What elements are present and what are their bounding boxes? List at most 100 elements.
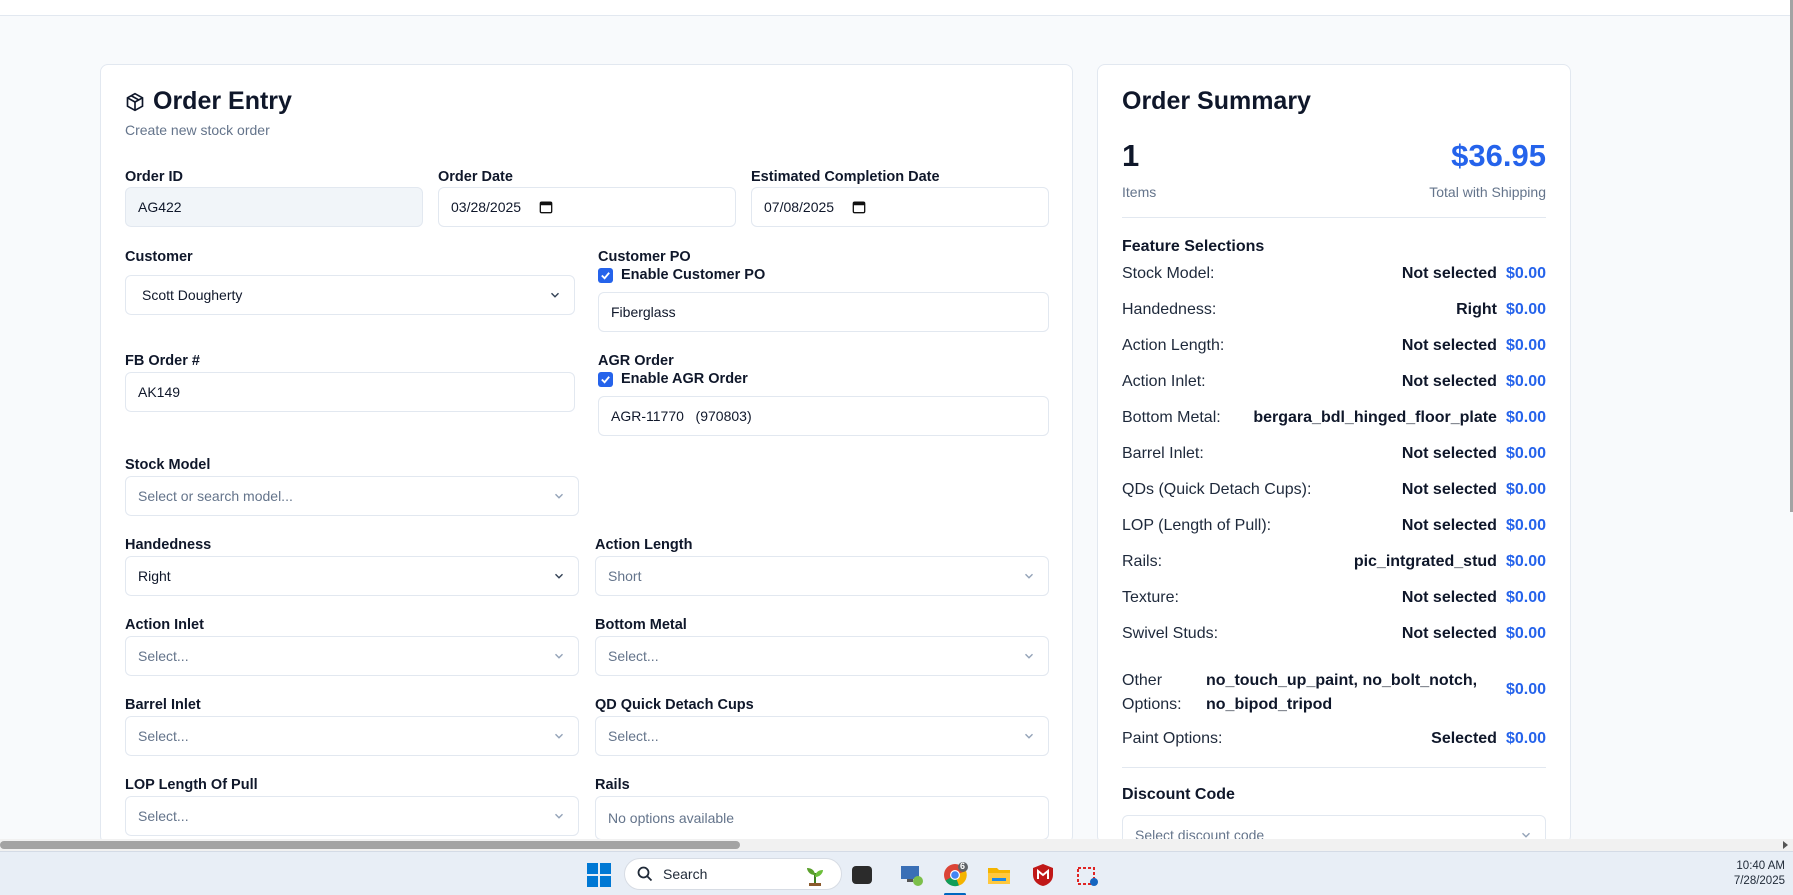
divider	[1122, 767, 1546, 768]
feature-price: $0.00	[1505, 589, 1546, 606]
system-clock[interactable]: 10:40 AM 7/28/2025	[1734, 859, 1785, 889]
feature-row: Barrel Inlet: Not selected $0.00	[1122, 442, 1546, 466]
feature-value: no_touch_up_paint, no_bolt_notch, no_bip…	[1206, 672, 1478, 713]
lop-select[interactable]: Select...	[125, 796, 579, 836]
feature-row: Stock Model: Not selected $0.00	[1122, 262, 1546, 286]
lop-label: LOP Length Of Pull	[125, 777, 258, 793]
summary-title: Order Summary	[1122, 87, 1311, 115]
feature-price: $0.00	[1505, 517, 1546, 534]
order-total: $36.95	[1451, 138, 1546, 173]
feature-value: Not selected	[1401, 337, 1497, 354]
stock-model-label: Stock Model	[125, 457, 211, 473]
plant-icon	[807, 868, 823, 886]
rails-label: Rails	[595, 777, 630, 793]
feature-row: Handedness: Right $0.00	[1122, 298, 1546, 322]
mcafee-shield-icon[interactable]	[1030, 862, 1056, 888]
feature-price: $0.00	[1505, 265, 1546, 282]
chevron-down-icon	[1025, 573, 1033, 579]
action-length-select[interactable]: Short	[595, 556, 1049, 596]
feature-row-other-options: Other Options: no_touch_up_paint, no_bol…	[1122, 669, 1546, 717]
enable-agr-order-checkbox[interactable]: Enable AGR Order	[598, 371, 748, 387]
taskbar-search[interactable]: Search	[624, 858, 842, 890]
feature-price: $0.00	[1505, 373, 1546, 390]
file-explorer-icon[interactable]	[986, 862, 1012, 888]
feature-price: $0.00	[1505, 301, 1546, 318]
calendar-icon[interactable]	[539, 200, 553, 214]
order-entry-card: Order Entry Create new stock order Order…	[100, 64, 1073, 844]
barrel-inlet-label: Barrel Inlet	[125, 697, 201, 713]
feature-price: $0.00	[1505, 625, 1546, 642]
qd-cups-label: QD Quick Detach Cups	[595, 697, 754, 713]
feature-row: Swivel Studs: Not selected $0.00	[1122, 622, 1546, 646]
feature-value: Not selected	[1401, 265, 1497, 282]
order-id-input[interactable]: AG422	[125, 187, 423, 227]
rails-select[interactable]: No options available	[595, 796, 1049, 840]
feature-value: Not selected	[1401, 517, 1497, 534]
action-inlet-select[interactable]: Select...	[125, 636, 579, 676]
feature-label: Other Options:	[1122, 672, 1182, 713]
scroll-right-arrow-icon[interactable]	[1781, 841, 1789, 849]
order-summary-card: Order Summary 1 Items $36.95 Total with …	[1097, 64, 1571, 844]
search-icon	[637, 866, 653, 882]
feature-label: Bottom Metal:	[1122, 409, 1221, 426]
fb-order-label: FB Order #	[125, 353, 200, 369]
feature-value: bergara_bdl_hinged_floor_plate	[1253, 409, 1497, 426]
remote-desktop-icon[interactable]	[898, 862, 924, 888]
total-label: Total with Shipping	[1429, 184, 1546, 200]
barrel-inlet-select[interactable]: Select...	[125, 716, 579, 756]
windows-start-icon[interactable]	[587, 863, 611, 887]
agr-order-input[interactable]: AGR-11770 (970803)	[598, 396, 1049, 436]
action-inlet-label: Action Inlet	[125, 617, 204, 633]
chevron-down-icon	[555, 573, 563, 579]
feature-label: LOP (Length of Pull):	[1122, 517, 1272, 534]
feature-price: $0.00	[1505, 553, 1546, 570]
calendar-icon[interactable]	[852, 200, 866, 214]
feature-value: pic_intgrated_stud	[1353, 553, 1497, 570]
feature-price: $0.00	[1505, 409, 1546, 426]
checkbox-checked-icon[interactable]	[598, 267, 613, 283]
chevron-down-icon	[555, 653, 563, 659]
customer-label: Customer	[125, 249, 193, 265]
feature-value: Not selected	[1401, 589, 1497, 606]
handedness-select[interactable]: Right	[125, 556, 579, 596]
page-title: Order Entry	[153, 87, 292, 115]
qd-cups-select[interactable]: Select...	[595, 716, 1049, 756]
feature-label: QDs (Quick Detach Cups):	[1122, 481, 1312, 498]
feature-label: Action Length:	[1122, 337, 1225, 354]
completion-date-input[interactable]: 07/08/2025	[751, 187, 1049, 227]
customer-po-input[interactable]: Fiberglass	[598, 292, 1049, 332]
feature-value: Selected	[1431, 730, 1497, 747]
feature-label: Swivel Studs:	[1122, 625, 1219, 642]
feature-label: Barrel Inlet:	[1122, 445, 1204, 462]
feature-price: $0.00	[1505, 445, 1546, 462]
fb-order-input[interactable]: AK149	[125, 372, 575, 412]
feature-price: $0.00	[1505, 730, 1546, 747]
terminal-app-icon[interactable]	[852, 866, 872, 884]
order-date-label: Order Date	[438, 169, 513, 185]
stock-model-select[interactable]: Select or search model...	[125, 476, 579, 516]
discount-code-label: Discount Code	[1122, 786, 1235, 803]
order-date-input[interactable]: 03/28/2025	[438, 187, 736, 227]
enable-customer-po-checkbox[interactable]: Enable Customer PO	[598, 267, 765, 283]
feature-label: Paint Options:	[1122, 730, 1223, 747]
feature-row: Rails: pic_intgrated_stud $0.00	[1122, 550, 1546, 574]
customer-select[interactable]: Scott Dougherty	[125, 275, 575, 315]
bottom-metal-select[interactable]: Select...	[595, 636, 1049, 676]
feature-price: $0.00	[1505, 337, 1546, 354]
bottom-metal-label: Bottom Metal	[595, 617, 687, 633]
feature-value: Right	[1456, 301, 1497, 318]
order-id-label: Order ID	[125, 169, 184, 185]
package-icon	[126, 92, 144, 112]
feature-row: Bottom Metal: bergara_bdl_hinged_floor_pl…	[1122, 406, 1546, 430]
items-count: 1	[1122, 138, 1140, 173]
page-subtitle: Create new stock order	[125, 122, 270, 138]
snipping-tool-icon[interactable]	[1074, 862, 1100, 888]
items-label: Items	[1122, 184, 1157, 200]
horizontal-scrollbar[interactable]	[0, 839, 1793, 851]
windows-taskbar: Search 6 10:40 AM 7/28/2025	[0, 851, 1793, 895]
checkbox-checked-icon[interactable]	[598, 371, 613, 387]
feature-row-paint-options: Paint Options: Selected $0.00	[1122, 727, 1546, 751]
horizontal-scrollbar-thumb[interactable]	[0, 841, 740, 849]
feature-row: Action Inlet: Not selected $0.00	[1122, 370, 1546, 394]
chevron-down-icon	[1025, 733, 1033, 739]
